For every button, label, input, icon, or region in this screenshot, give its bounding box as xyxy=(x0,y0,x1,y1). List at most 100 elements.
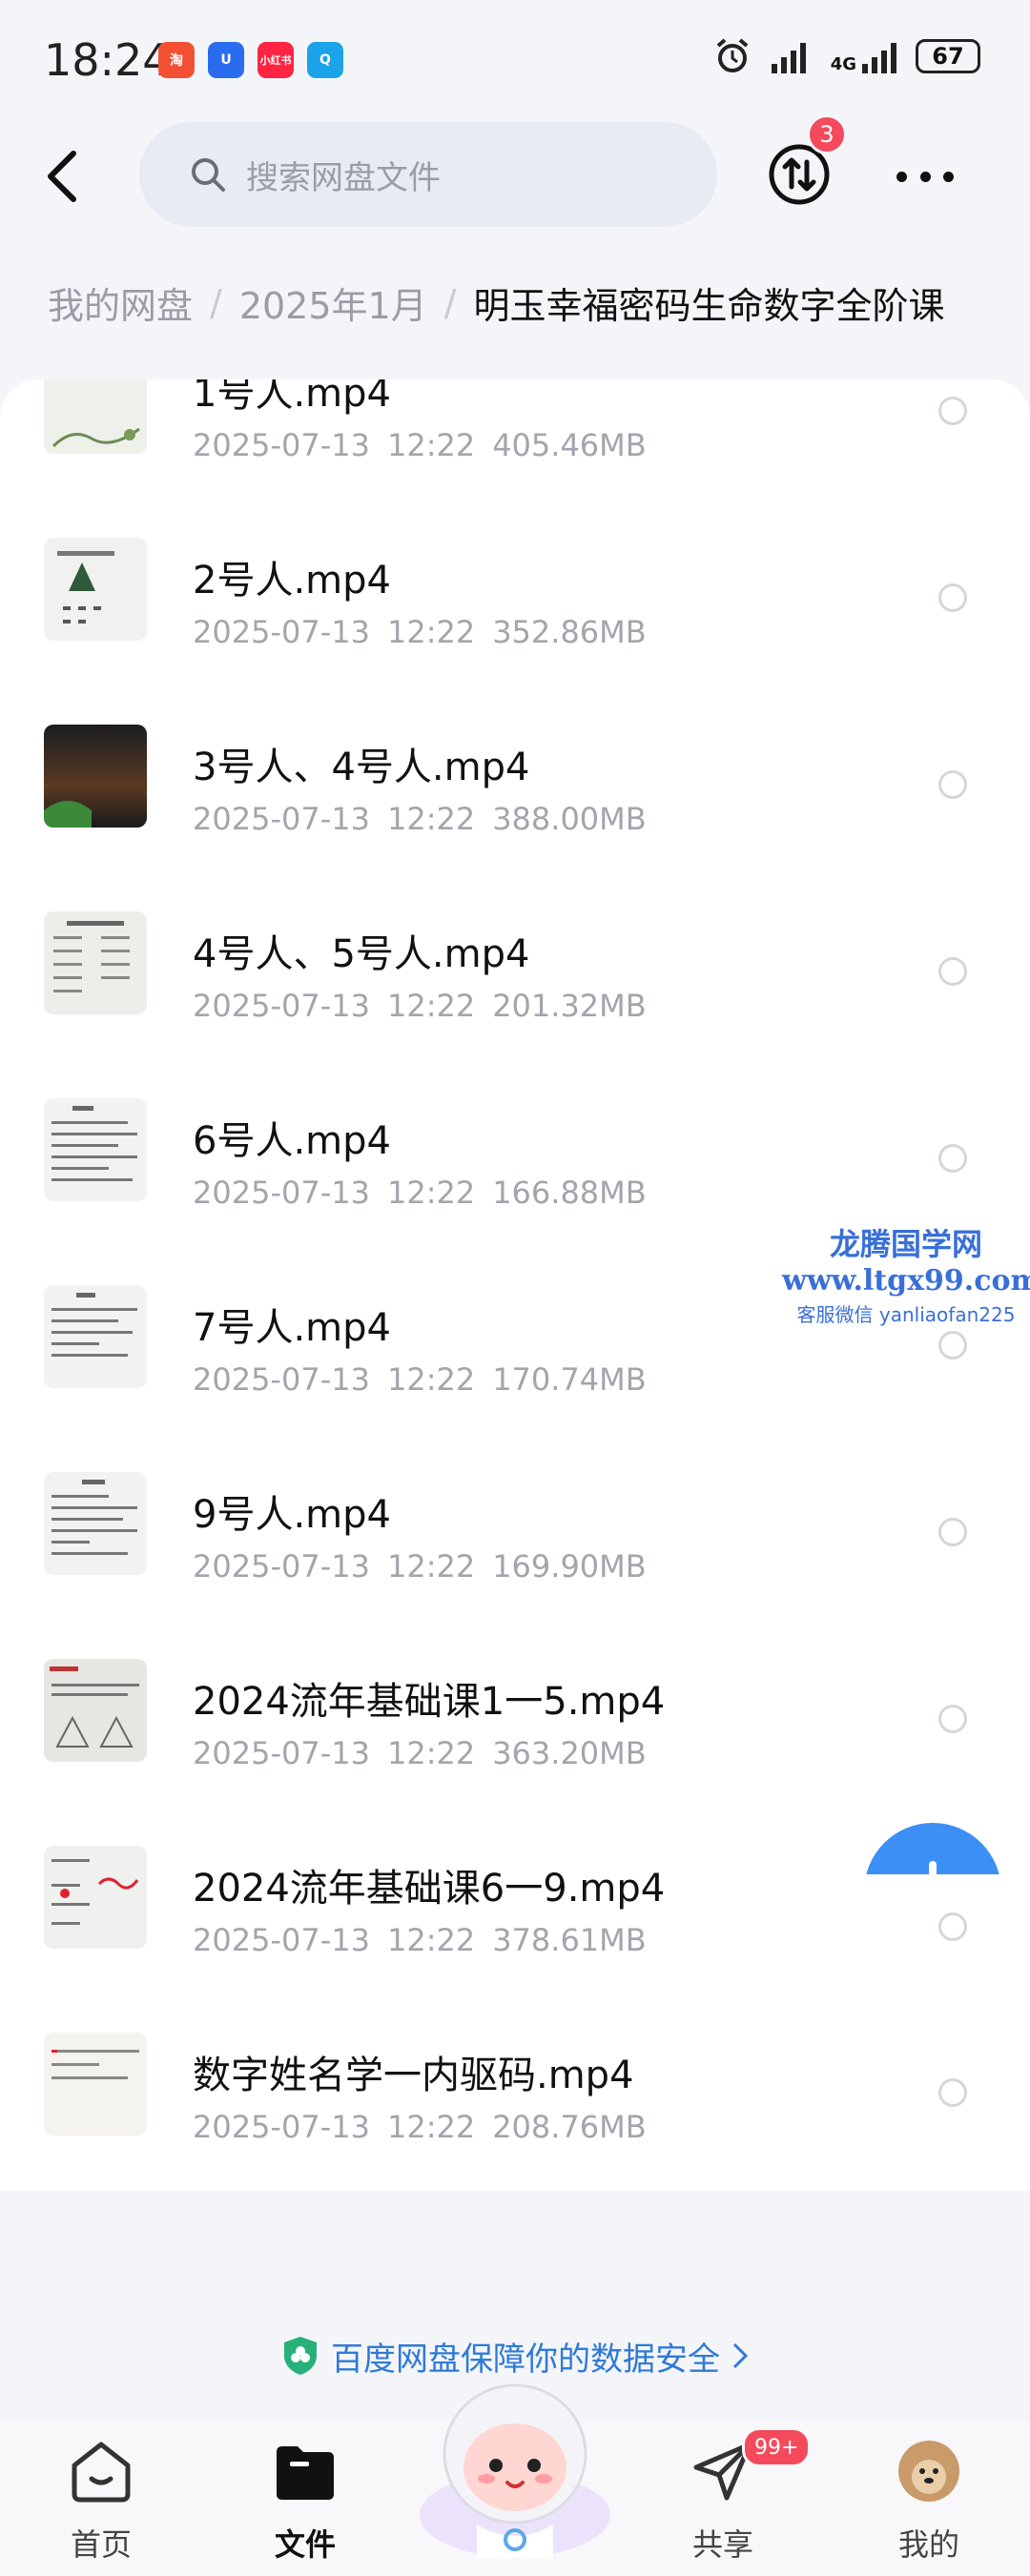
file-row[interactable]: 3号人、4号人.mp4 2025-07-13 12:22 388.00MB xyxy=(0,667,1030,854)
nav-item-files[interactable]: 文件 xyxy=(238,2422,372,2576)
video-thumbnail xyxy=(44,379,147,454)
file-time: 12:22 xyxy=(386,1922,476,1958)
select-checkbox[interactable] xyxy=(938,1705,967,1733)
mascot-assistant-button[interactable] xyxy=(410,2372,620,2563)
select-checkbox[interactable] xyxy=(938,583,967,612)
battery-icon: 67 xyxy=(916,39,980,73)
signal-icon xyxy=(862,43,896,73)
video-thumbnail xyxy=(44,911,147,1014)
file-date: 2025-07-13 xyxy=(193,1922,370,1958)
breadcrumb-item-month[interactable]: 2025年1月 xyxy=(239,276,427,329)
breadcrumb-separator: / xyxy=(210,281,222,324)
file-row[interactable]: 4号人、5号人.mp4 2025-07-13 12:22 201.32MB xyxy=(0,854,1030,1041)
share-count-badge: 99+ xyxy=(742,2427,812,2467)
avatar-icon xyxy=(898,2441,959,2502)
nav-label: 文件 xyxy=(274,2526,336,2563)
file-name: 4号人、5号人.mp4 xyxy=(193,932,530,976)
select-checkbox[interactable] xyxy=(938,1518,967,1546)
dot-icon xyxy=(943,171,954,182)
file-meta: 2025-07-13 12:22 201.32MB xyxy=(193,988,664,1024)
file-name: 1号人.mp4 xyxy=(193,379,391,416)
file-size: 405.46MB xyxy=(492,427,647,463)
file-name: 9号人.mp4 xyxy=(193,1493,391,1537)
dot-icon xyxy=(896,171,907,182)
file-name: 2024流年基础课6一9.mp4 xyxy=(193,1867,666,1911)
file-time: 12:22 xyxy=(386,1175,476,1211)
file-meta: 2025-07-13 12:22 405.46MB xyxy=(193,427,664,463)
file-time: 12:22 xyxy=(386,1548,476,1584)
nav-label: 首页 xyxy=(70,2526,132,2563)
more-options-button[interactable] xyxy=(896,153,954,200)
network-label: 4G xyxy=(830,54,856,74)
file-time: 12:22 xyxy=(386,1361,476,1398)
nav-item-profile[interactable]: 我的 xyxy=(862,2422,996,2576)
file-date: 2025-07-13 xyxy=(193,1548,370,1584)
video-thumbnail xyxy=(44,1098,147,1201)
video-thumbnail xyxy=(44,1659,147,1762)
select-checkbox[interactable] xyxy=(938,1912,967,1941)
file-size: 166.88MB xyxy=(492,1175,647,1211)
file-row[interactable]: 2024流年基础课1一5.mp4 2025-07-13 12:22 363.20MB xyxy=(0,1602,1030,1789)
notification-app-icon: U xyxy=(208,42,244,78)
video-thumbnail xyxy=(44,2033,147,2136)
select-checkbox[interactable] xyxy=(938,957,967,986)
file-time: 12:22 xyxy=(386,427,476,463)
file-meta: 2025-07-13 12:22 363.20MB xyxy=(193,1735,664,1771)
watermark-url: www.ltgx99.com xyxy=(782,1264,1030,1298)
file-time: 12:22 xyxy=(386,1735,476,1771)
file-name: 2号人.mp4 xyxy=(193,559,391,603)
file-date: 2025-07-13 xyxy=(193,614,370,650)
video-thumbnail xyxy=(44,1472,147,1575)
search-placeholder: 搜索网盘文件 xyxy=(246,158,441,197)
search-input[interactable]: 搜索网盘文件 xyxy=(139,122,717,227)
breadcrumb-item-root[interactable]: 我的网盘 xyxy=(48,276,193,329)
file-date: 2025-07-13 xyxy=(193,1361,370,1398)
breadcrumb: 我的网盘 / 2025年1月 / 明玉幸福密码生命数字全阶课 xyxy=(48,276,945,329)
file-time: 12:22 xyxy=(386,801,476,837)
video-thumbnail xyxy=(44,538,147,641)
select-checkbox[interactable] xyxy=(938,770,967,799)
file-date: 2025-07-13 xyxy=(193,801,370,837)
chevron-right-icon xyxy=(732,2342,749,2369)
alarm-icon xyxy=(716,38,748,72)
status-indicators: 4G 67 xyxy=(712,36,980,76)
dot-icon xyxy=(919,171,931,182)
file-size: 352.86MB xyxy=(492,614,647,650)
file-row[interactable]: 1号人.mp4 2025-07-13 12:22 405.46MB xyxy=(0,379,1030,480)
file-row[interactable]: 数字姓名学一内驱码.mp4 2025-07-13 12:22 208.76MB xyxy=(0,1975,1030,2162)
file-row[interactable]: 9号人.mp4 2025-07-13 12:22 169.90MB xyxy=(0,1415,1030,1602)
file-meta: 2025-07-13 12:22 169.90MB xyxy=(193,1548,664,1584)
file-row[interactable]: 2号人.mp4 2025-07-13 12:22 352.86MB xyxy=(0,480,1030,667)
file-time: 12:22 xyxy=(386,988,476,1024)
transfer-count-badge: 3 xyxy=(807,114,847,154)
file-size: 378.61MB xyxy=(492,1922,647,1958)
file-date: 2025-07-13 xyxy=(193,988,370,1024)
file-row[interactable]: 6号人.mp4 2025-07-13 12:22 166.88MB xyxy=(0,1041,1030,1228)
status-bar: 18:24 淘 U 小红书 Q 4G 67 xyxy=(0,0,1030,114)
video-thumbnail xyxy=(44,1285,147,1388)
file-meta: 2025-07-13 12:22 352.86MB xyxy=(193,614,664,650)
file-name: 6号人.mp4 xyxy=(193,1119,391,1163)
file-time: 12:22 xyxy=(386,2109,476,2145)
shield-icon xyxy=(284,2337,317,2375)
select-checkbox[interactable] xyxy=(938,1144,967,1173)
file-meta: 2025-07-13 12:22 388.00MB xyxy=(193,801,664,837)
video-thumbnail xyxy=(44,725,147,828)
select-checkbox[interactable] xyxy=(938,1331,967,1360)
select-checkbox[interactable] xyxy=(938,397,967,425)
back-button[interactable] xyxy=(38,143,86,210)
breadcrumb-separator: / xyxy=(443,281,457,324)
top-bar: 搜索网盘文件 3 xyxy=(0,114,1030,238)
file-name: 7号人.mp4 xyxy=(193,1306,391,1350)
select-checkbox[interactable] xyxy=(938,2078,967,2107)
file-size: 170.74MB xyxy=(492,1361,647,1398)
notification-app-icon: 小红书 xyxy=(258,42,294,78)
nav-item-home[interactable]: 首页 xyxy=(34,2422,168,2576)
notification-app-icons: 淘 U 小红书 Q xyxy=(158,42,343,78)
file-date: 2025-07-13 xyxy=(193,427,370,463)
file-name: 数字姓名学一内驱码.mp4 xyxy=(193,2054,634,2097)
watermark-title: 龙腾国学网 xyxy=(829,1226,982,1262)
home-icon xyxy=(72,2442,131,2503)
file-size: 388.00MB xyxy=(492,801,647,837)
notification-app-icon: Q xyxy=(307,42,343,78)
